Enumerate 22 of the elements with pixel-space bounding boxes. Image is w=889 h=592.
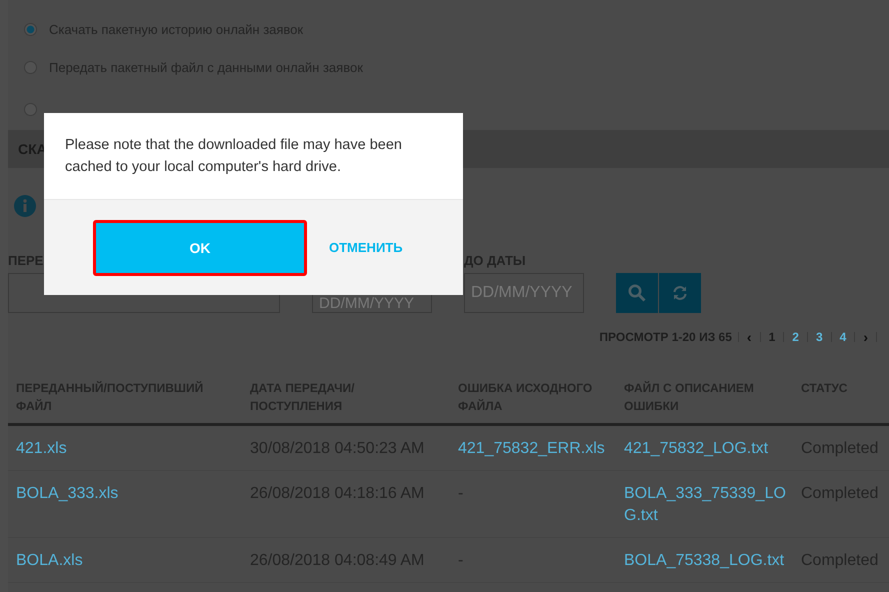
next-page-link[interactable]: › xyxy=(861,329,870,345)
page-link[interactable]: 3 xyxy=(814,330,825,344)
search-button[interactable] xyxy=(616,273,658,313)
radio-button[interactable] xyxy=(24,22,37,36)
refresh-button[interactable] xyxy=(659,273,701,313)
previous-page-link[interactable]: ‹ xyxy=(744,329,754,345)
file-link[interactable]: 421_75832_ERR.xls xyxy=(458,438,608,460)
refresh-icon xyxy=(672,285,688,301)
file-link[interactable]: BOLA_333.xls xyxy=(16,483,234,505)
file-link[interactable]: 421_75832_LOG.txt xyxy=(624,438,789,460)
cancel-link[interactable]: ОТМЕНИТЬ xyxy=(325,236,407,259)
ok-button[interactable]: OK xyxy=(93,220,307,276)
search-icon xyxy=(628,284,646,302)
table-cell: - xyxy=(458,485,464,502)
page-link[interactable]: 4 xyxy=(838,330,848,344)
file-link[interactable]: BOLA.xls xyxy=(16,550,234,572)
file-link[interactable]: BOLA_333_75339_LOG.txt xyxy=(624,483,789,527)
table-cell: - xyxy=(458,552,464,569)
info-icon xyxy=(14,195,36,217)
page-link[interactable]: 2 xyxy=(790,330,801,344)
file-link[interactable]: 421.xls xyxy=(16,438,234,460)
file-link[interactable]: BOLA_75338_LOG.txt xyxy=(624,550,789,572)
